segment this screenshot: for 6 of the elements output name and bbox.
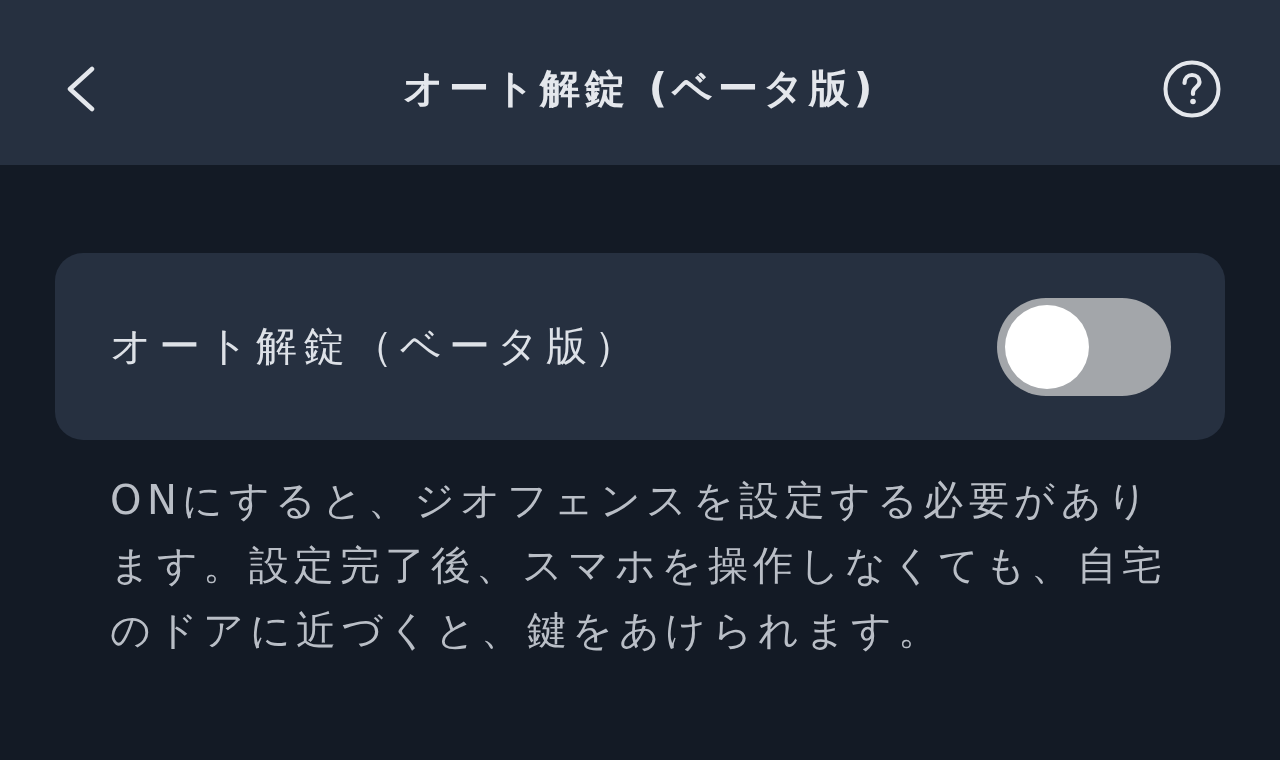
back-chevron-icon [65, 65, 95, 112]
help-icon [1163, 59, 1221, 118]
screen-title: オート解錠 (ベータ版) [402, 64, 878, 113]
setting-label: オート解錠（ベータ版） [110, 321, 642, 372]
description-text: ONにすると、ジオフェンスを設定する必要があります。設定完了後、スマホを操作しなくても、自宅のドアに近づくと、鍵をあけられます。 [110, 476, 1169, 655]
help-button[interactable] [1162, 58, 1222, 119]
